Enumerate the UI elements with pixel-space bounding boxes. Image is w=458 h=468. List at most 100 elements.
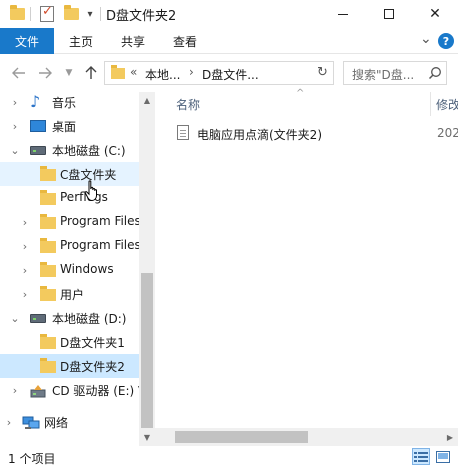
forward-arrow-icon xyxy=(39,67,52,79)
recent-locations-button[interactable]: ▼ xyxy=(60,63,78,83)
chevron-right-icon[interactable]: › xyxy=(189,65,194,79)
properties-icon[interactable] xyxy=(38,4,56,23)
tree-item-network[interactable]: › 网络 xyxy=(0,410,139,434)
item-count: 1 个项目 xyxy=(8,452,56,466)
title-bar: ▾ D盘文件夹2 ✕ xyxy=(0,0,458,28)
network-icon xyxy=(22,416,40,429)
document-icon xyxy=(177,125,189,140)
tree-item-program-files[interactable]: › Program Files xyxy=(0,210,141,234)
chevron-right-icon[interactable]: › xyxy=(20,263,30,277)
drive-icon xyxy=(30,146,46,155)
minimize-icon xyxy=(338,13,348,15)
tab-share[interactable]: 共享 xyxy=(112,28,154,54)
back-button[interactable] xyxy=(10,63,28,83)
tree-item-label: 用户 xyxy=(60,288,85,302)
file-row[interactable]: 电脑应用点滴(文件夹2) 202 xyxy=(173,122,458,144)
scrollbar-thumb[interactable] xyxy=(141,273,153,430)
tree-item-program-files-x86[interactable]: › Program Files xyxy=(0,234,141,258)
details-view-icon xyxy=(414,451,428,462)
tree-item-label: Windows xyxy=(60,262,114,276)
breadcrumb-segment[interactable]: D盘文件... xyxy=(202,66,259,83)
file-name: 电脑应用点滴(文件夹2) xyxy=(197,128,322,142)
scroll-up-icon[interactable]: ▲ xyxy=(139,92,155,108)
forward-button[interactable] xyxy=(36,63,54,83)
chevron-right-icon[interactable]: › xyxy=(10,95,20,109)
chevron-right-icon[interactable]: › xyxy=(4,415,14,429)
tab-view[interactable]: 查看 xyxy=(164,28,206,54)
tree-item-c-folder[interactable]: C盘文件夹 xyxy=(0,162,139,186)
column-divider[interactable] xyxy=(430,92,431,116)
chevron-right-icon[interactable]: › xyxy=(20,239,30,253)
tree-item-users[interactable]: › 用户 xyxy=(0,282,139,306)
chevron-down-icon[interactable]: ⌄ xyxy=(10,143,20,157)
maximize-button[interactable] xyxy=(366,0,412,28)
maximize-icon xyxy=(384,9,394,19)
tree-item-music[interactable]: › ♪ 音乐 xyxy=(0,92,139,114)
refresh-button[interactable]: ↻ xyxy=(314,61,334,85)
tree-item-drive-c[interactable]: ⌄ 本地磁盘 (C:) xyxy=(0,138,139,162)
tree-item-label: CD 驱动器 (E:) V xyxy=(52,384,147,398)
overflow-chevron[interactable]: « xyxy=(130,65,137,79)
folder-icon xyxy=(40,166,56,181)
navigation-pane: › ♪ 音乐 › 桌面 ⌄ 本地磁盘 (C:) C盘文件夹 Perflogs ›… xyxy=(0,92,155,446)
close-button[interactable]: ✕ xyxy=(412,0,458,28)
chevron-right-icon[interactable]: › xyxy=(20,215,30,229)
tree-item-cd-drive[interactable]: › CD 驱动器 (E:) V xyxy=(0,378,146,402)
desktop-icon xyxy=(30,120,46,132)
file-list-scrollbar[interactable]: ◀ ▶ xyxy=(139,428,458,446)
chevron-down-icon: ▼ xyxy=(65,68,73,78)
tab-file[interactable]: 文件 xyxy=(0,28,54,54)
chevron-right-icon[interactable]: › xyxy=(10,119,20,133)
tree-item-perflogs[interactable]: Perflogs xyxy=(0,186,139,210)
column-header-name[interactable]: 名称 xyxy=(176,92,426,116)
details-view-button[interactable] xyxy=(412,448,430,465)
scrollbar-thumb[interactable] xyxy=(175,431,308,443)
column-header-modified[interactable]: 修改 xyxy=(436,92,458,116)
customize-toolbar-icon[interactable]: ▾ xyxy=(84,5,96,23)
breadcrumb-segment[interactable]: 本地... xyxy=(145,66,180,83)
new-folder-icon[interactable] xyxy=(62,5,80,23)
folder-icon xyxy=(40,334,56,349)
divider xyxy=(30,7,31,21)
window-title: D盘文件夹2 xyxy=(106,9,177,24)
help-icon: ? xyxy=(438,33,454,49)
search-input[interactable]: 搜索"D盘... xyxy=(352,66,414,83)
tree-item-desktop[interactable]: › 桌面 xyxy=(0,114,139,138)
tree-item-label: D盘文件夹2 xyxy=(60,360,125,374)
navigation-bar: ▼ « 本地... › D盘文件... ⌄ ↻ 搜索"D盘... xyxy=(0,54,458,92)
tree-item-d-folder-1[interactable]: D盘文件夹1 xyxy=(0,330,139,354)
scroll-down-icon[interactable]: ▼ xyxy=(139,428,155,446)
search-icon xyxy=(428,67,441,80)
folder-icon xyxy=(40,214,56,229)
tree-item-label: 本地磁盘 (C:) xyxy=(52,144,126,158)
tree-item-windows[interactable]: › Windows xyxy=(0,258,139,282)
address-bar[interactable]: « 本地... › D盘文件... ⌄ xyxy=(104,61,413,85)
search-box[interactable]: 搜索"D盘... xyxy=(343,61,447,85)
tree-item-label: D盘文件夹1 xyxy=(60,336,125,350)
folder-icon xyxy=(40,190,56,205)
folder-icon xyxy=(40,238,56,253)
drive-icon xyxy=(30,314,46,323)
tree-item-d-folder-2[interactable]: D盘文件夹2 xyxy=(0,354,139,378)
expand-ribbon-icon[interactable]: ⌄ xyxy=(420,31,432,47)
folder-icon xyxy=(40,262,56,277)
tree-item-label: Program Files xyxy=(60,214,141,228)
help-button[interactable]: ? xyxy=(438,33,454,49)
chevron-right-icon[interactable]: › xyxy=(10,383,20,397)
chevron-right-icon[interactable]: › xyxy=(20,287,30,301)
back-arrow-icon xyxy=(12,67,25,79)
cd-drive-icon xyxy=(30,385,46,398)
folder-icon xyxy=(8,5,26,23)
up-button[interactable] xyxy=(82,63,100,83)
scroll-right-icon[interactable]: ▶ xyxy=(442,428,458,446)
large-icons-view-button[interactable] xyxy=(434,448,452,465)
chevron-down-icon[interactable]: ⌄ xyxy=(10,311,20,325)
folder-icon xyxy=(111,65,125,79)
minimize-button[interactable] xyxy=(320,0,366,28)
tab-home[interactable]: 主页 xyxy=(60,28,102,54)
refresh-icon: ↻ xyxy=(317,65,328,80)
tree-item-drive-d[interactable]: ⌄ 本地磁盘 (D:) xyxy=(0,306,139,330)
hand-cursor-icon xyxy=(84,180,97,202)
navigation-pane-scrollbar[interactable]: ▲ xyxy=(139,92,155,446)
tree-item-label: Program Files xyxy=(60,238,141,252)
